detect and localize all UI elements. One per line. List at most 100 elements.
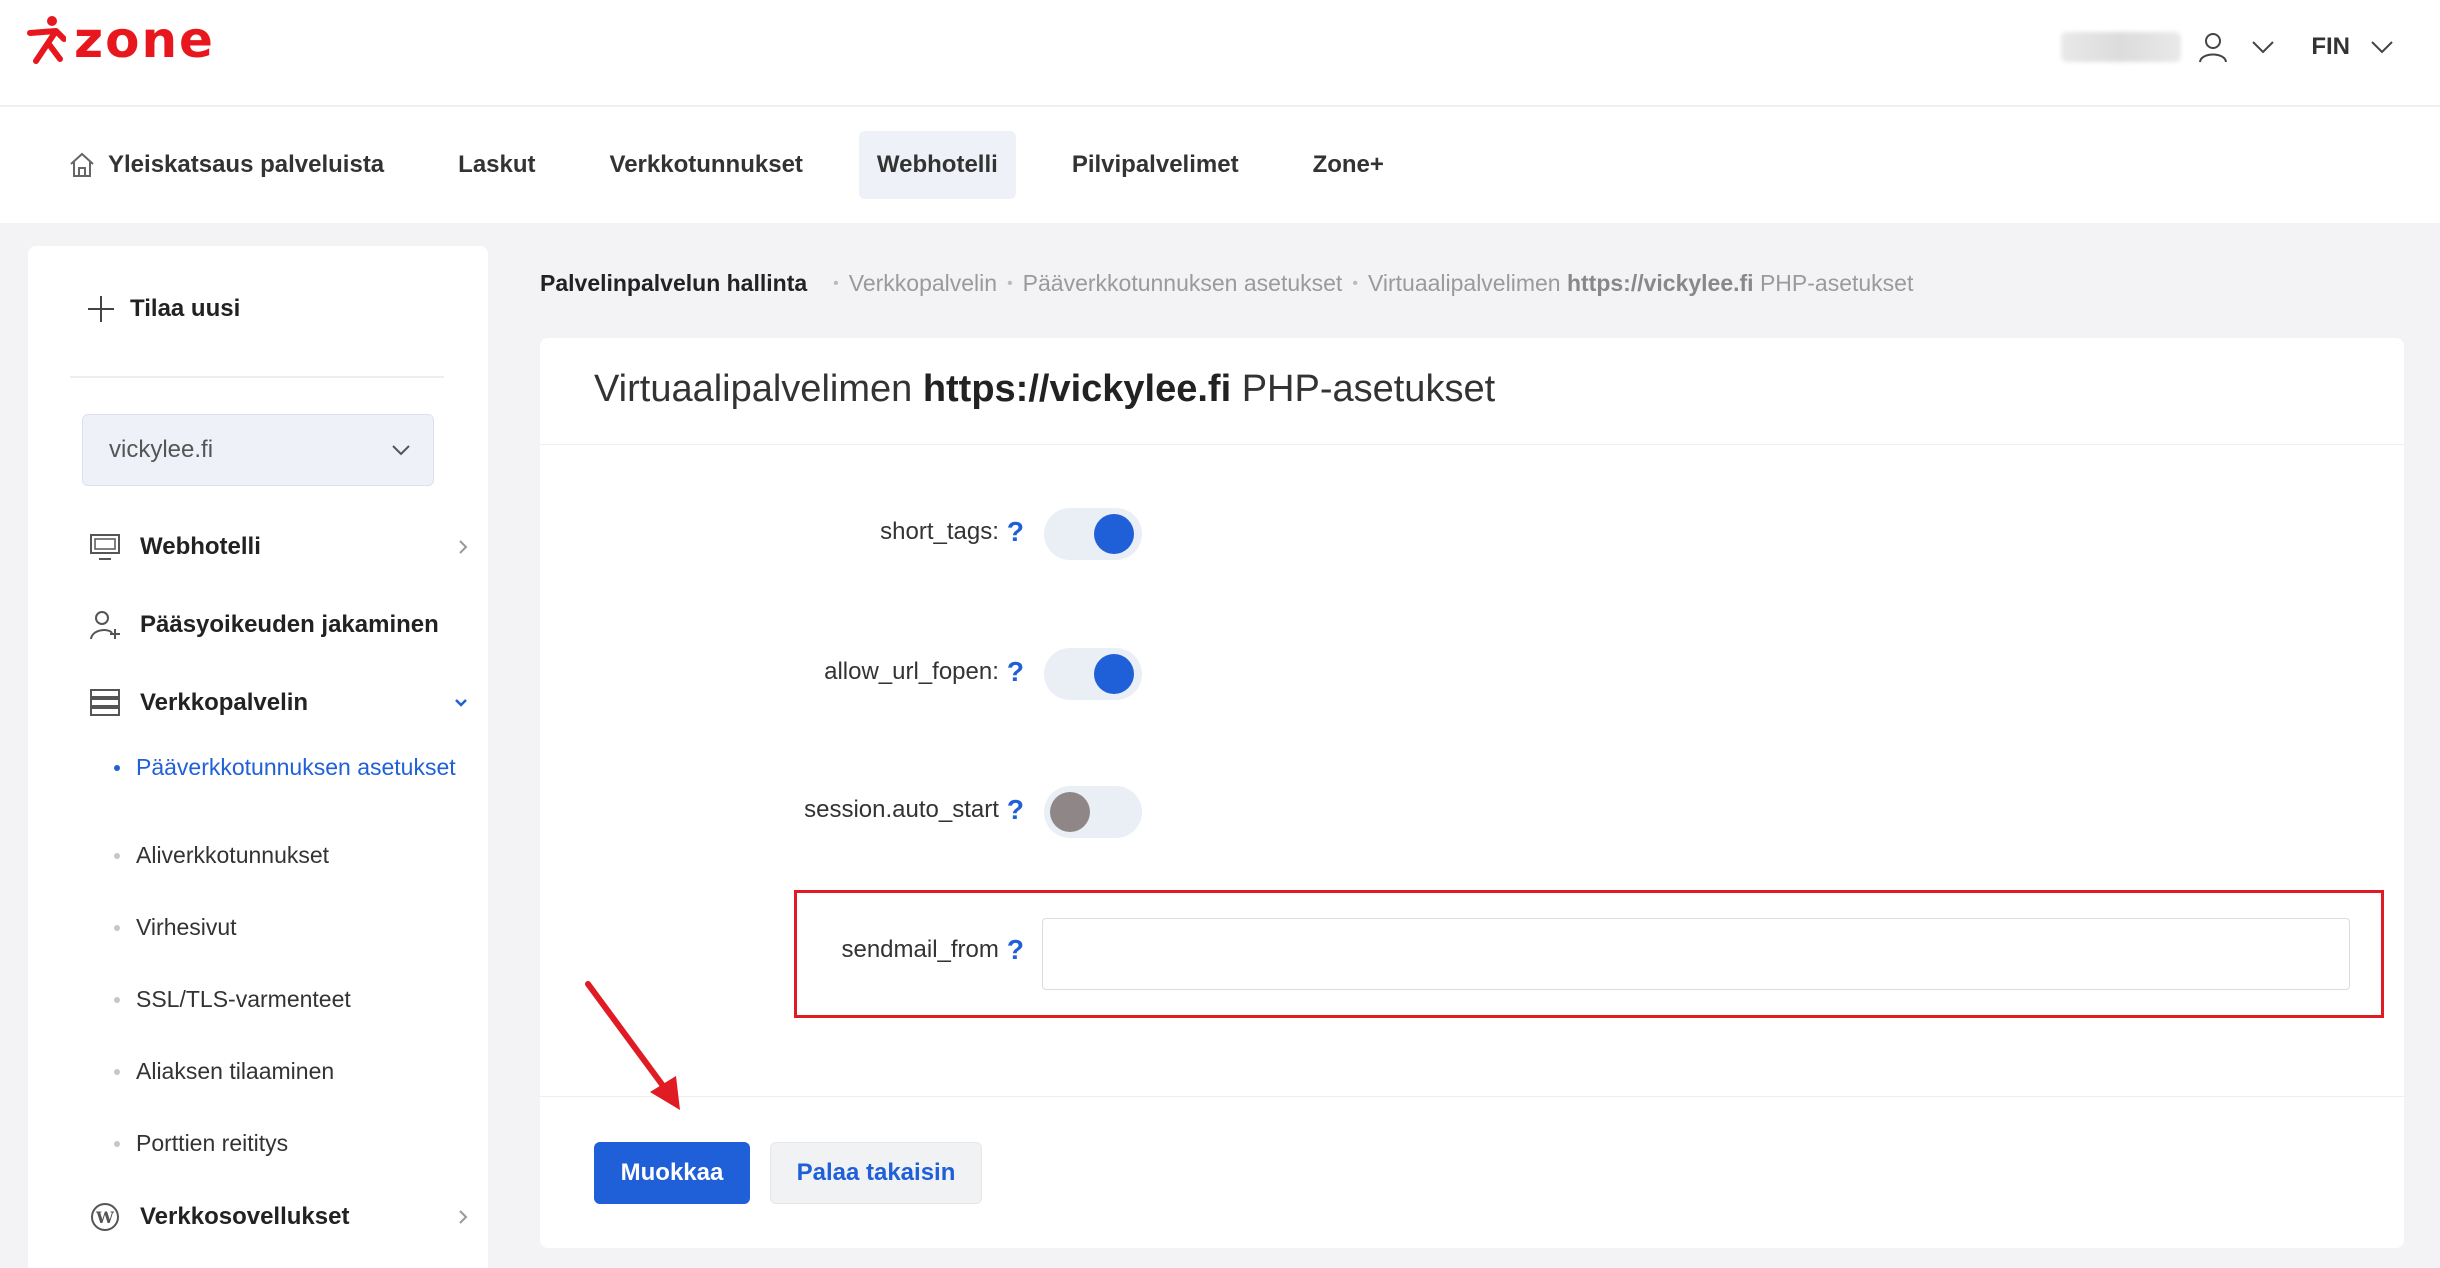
sidebar-subitem-ssl-certificates[interactable]: SSL/TLS-varmenteet [114, 980, 456, 1018]
session-auto-start-help-icon[interactable]: ? [1007, 794, 1024, 826]
bullet-dot [114, 997, 120, 1003]
sidebar-divider [70, 376, 444, 378]
sendmail-from-help-icon[interactable]: ? [1007, 934, 1024, 966]
nav-webhotel[interactable]: Webhotelli [858, 131, 1016, 199]
user-area: FIN [2061, 22, 2400, 72]
subitem-label: Virhesivut [136, 914, 237, 940]
sidebar-item-webserver-label: Verkkopalvelin [140, 689, 309, 716]
breadcrumb-current-domain: https://vickylee.fi [1566, 270, 1754, 296]
allow-url-fopen-help-icon[interactable]: ? [1007, 656, 1024, 688]
runner-logo-icon [27, 16, 66, 64]
user-menu-chevron-down-icon[interactable] [2245, 29, 2281, 65]
sidebar-item-web-applications[interactable]: W Verkkosovellukset [88, 1200, 468, 1234]
plus-icon [88, 296, 114, 322]
page-title-domain: https://vickylee.fi [922, 368, 1232, 410]
monitor-icon [88, 530, 122, 564]
bullet-dot [114, 1069, 120, 1075]
breadcrumb-current-prefix: Virtuaalipalvelimen [1367, 270, 1567, 296]
chevron-right-icon [459, 540, 468, 554]
language-chevron-down-icon[interactable] [2364, 29, 2400, 65]
card-footer-divider [540, 1096, 2404, 1097]
chevron-down-icon [392, 445, 410, 456]
subitem-label: Aliverkkotunnukset [136, 842, 330, 868]
chevron-down-icon [455, 699, 467, 707]
nav-zone-plus[interactable]: Zone+ [1295, 131, 1402, 199]
breadcrumb-current: Virtuaalipalvelimen https://vickylee.fi … [1368, 270, 1913, 297]
short-tags-help-icon[interactable]: ? [1007, 516, 1024, 548]
breadcrumb-separator: • [833, 274, 839, 292]
breadcrumb-webserver[interactable]: Verkkopalvelin [849, 270, 997, 297]
top-header: zone FIN [0, 0, 2440, 106]
sidebar-subitem-subdomains[interactable]: Aliverkkotunnukset [114, 836, 456, 874]
domain-select[interactable]: vickylee.fi [82, 414, 434, 486]
sidebar-item-webhotel-label: Webhotelli [140, 533, 261, 560]
wordpress-icon: W [88, 1200, 122, 1234]
page-title: Virtuaalipalvelimen https://vickylee.fi … [594, 368, 1495, 411]
nav-overview-label: Yleiskatsaus palveluista [108, 151, 385, 178]
sidebar-item-access-sharing[interactable]: Pääsyoikeuden jakaminen [88, 608, 468, 642]
sidebar-subitem-port-forwarding[interactable]: Porttien reititys [114, 1124, 456, 1162]
back-button[interactable]: Palaa takaisin [770, 1142, 982, 1204]
breadcrumb-root[interactable]: Palvelinpalvelun hallinta [540, 270, 807, 297]
sidebar-subitem-error-pages[interactable]: Virhesivut [114, 908, 456, 946]
svg-text:W: W [95, 1208, 115, 1227]
bullet-dot [114, 853, 120, 859]
breadcrumb-main-domain-settings[interactable]: Pääverkkotunnuksen asetukset [1023, 270, 1343, 297]
sendmail-from-label-text: sendmail_from [841, 936, 999, 963]
php-settings-card: Virtuaalipalvelimen https://vickylee.fi … [540, 338, 2404, 1248]
nav-invoices[interactable]: Laskut [440, 131, 553, 199]
card-header-divider [540, 444, 2404, 445]
toggle-knob [1050, 792, 1090, 832]
toggle-knob [1094, 514, 1134, 554]
short-tags-toggle[interactable] [1044, 508, 1142, 560]
zone-logo[interactable]: zone [26, 12, 215, 68]
logo-wordmark: zone [74, 11, 215, 69]
nav-domains[interactable]: Verkkotunnukset [592, 131, 821, 199]
chevron-right-icon [459, 1210, 468, 1224]
subitem-label: Pääverkkotunnuksen asetukset [136, 754, 456, 780]
short-tags-label: short_tags: ? [880, 516, 1024, 548]
sidebar-subitem-main-domain-settings[interactable]: Pääverkkotunnuksen asetukset [114, 748, 456, 786]
session-auto-start-label: session.auto_start ? [804, 794, 1024, 826]
sidebar-item-webserver[interactable]: Verkkopalvelin [88, 686, 468, 720]
home-icon [70, 152, 94, 177]
nav-overview[interactable]: Yleiskatsaus palveluista [50, 131, 402, 199]
edit-button[interactable]: Muokkaa [594, 1142, 750, 1204]
server-icon [88, 686, 122, 720]
session-auto-start-label-text: session.auto_start [804, 796, 999, 823]
main-navigation: Yleiskatsaus palveluista Laskut Verkkotu… [0, 107, 2440, 223]
sendmail-from-input[interactable] [1042, 918, 2350, 990]
session-auto-start-toggle[interactable] [1044, 786, 1142, 838]
subitem-label: Aliaksen tilaaminen [136, 1058, 335, 1084]
domain-select-value: vickylee.fi [109, 436, 214, 463]
sidebar: Tilaa uusi vickylee.fi Webhotelli Pääsyo… [28, 246, 488, 1268]
active-dot [114, 765, 120, 771]
annotation-arrow-icon [585, 981, 680, 1110]
bullet-dot [114, 925, 120, 931]
sidebar-subitem-alias-order[interactable]: Aliaksen tilaaminen [114, 1052, 456, 1090]
sendmail-from-label: sendmail_from ? [841, 934, 1024, 966]
sidebar-item-access-label: Pääsyoikeuden jakaminen [140, 611, 439, 638]
sidebar-item-webapps-label: Verkkosovellukset [140, 1203, 350, 1230]
user-icon[interactable] [2195, 29, 2231, 65]
order-new-button[interactable]: Tilaa uusi [86, 294, 240, 324]
breadcrumb-separator: • [1352, 274, 1358, 292]
allow-url-fopen-toggle[interactable] [1044, 648, 1142, 700]
allow-url-fopen-label: allow_url_fopen: ? [824, 656, 1024, 688]
breadcrumb: Palvelinpalvelun hallinta • Verkkopalvel… [540, 270, 1913, 297]
language-selector[interactable]: FIN [2311, 33, 2350, 61]
breadcrumb-current-suffix: PHP-asetukset [1753, 270, 1914, 296]
nav-cloud-servers[interactable]: Pilvipalvelimet [1054, 131, 1257, 199]
allow-url-fopen-label-text: allow_url_fopen: [824, 658, 999, 685]
short-tags-label-text: short_tags: [880, 518, 999, 545]
sidebar-item-webhotel[interactable]: Webhotelli [88, 530, 468, 564]
subitem-label: Porttien reititys [136, 1130, 289, 1156]
page-title-prefix: Virtuaalipalvelimen [594, 368, 923, 410]
user-name-blurred [2061, 32, 2182, 62]
toggle-knob [1094, 654, 1134, 694]
subitem-label: SSL/TLS-varmenteet [136, 986, 351, 1012]
bullet-dot [114, 1141, 120, 1147]
breadcrumb-separator: • [1007, 274, 1013, 292]
add-user-icon [88, 608, 122, 642]
page-title-suffix: PHP-asetukset [1231, 368, 1496, 410]
